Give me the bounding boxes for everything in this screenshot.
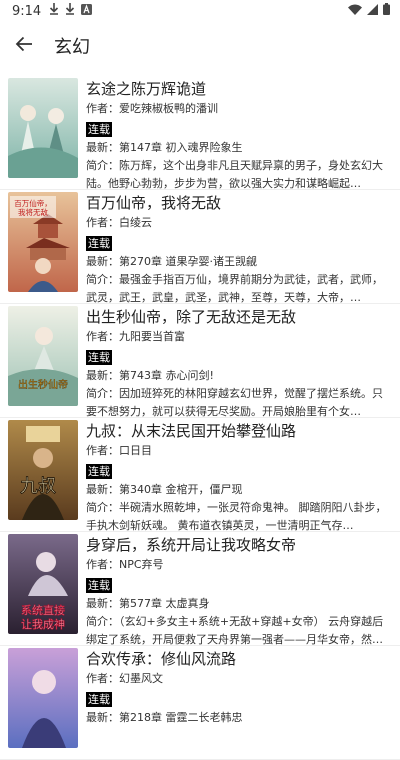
book-title[interactable]: 玄途之陈万辉诡道	[86, 78, 392, 100]
signal-icon	[367, 3, 378, 19]
status-bar: 9:14	[0, 0, 400, 22]
book-summary: 简介：最强金手指百万仙，境界前期分为武徒，武者，武师，武灵，武王，武皇，武圣，武…	[86, 273, 383, 304]
app-a-icon	[81, 3, 93, 19]
page-title: 玄幻	[54, 37, 90, 58]
svg-text:百万仙帝，: 百万仙帝，	[14, 198, 52, 208]
book-list: 玄途之陈万辉诡道 作者：爱吃辣椒板鸭的潘训 连载 最新：第147章 初入魂界险象…	[0, 76, 400, 760]
svg-text:我将无敌: 我将无敌	[18, 207, 48, 217]
arrow-left-icon	[15, 36, 33, 56]
book-author: 作者：口日目	[86, 444, 152, 457]
latest-chapter: 最新：第147章 初入魂界险象生	[86, 141, 243, 154]
book-title[interactable]: 合欢传承：修仙风流路	[86, 648, 392, 670]
svg-text:让我成神: 让我成神	[21, 617, 65, 631]
book-cover[interactable]: 出生秒仙帝	[8, 306, 78, 406]
status-badge: 连载	[86, 350, 112, 365]
book-title[interactable]: 百万仙帝，我将无敌	[86, 192, 392, 214]
book-title[interactable]: 出生秒仙帝，除了无敌还是无敌	[86, 306, 392, 328]
book-summary: 简介：（玄幻+多女主+系统+无敌+穿越+女帝） 云舟穿越后绑定了系统，开局便救了…	[86, 615, 384, 646]
latest-chapter: 最新：第340章 金棺开，僵尸现	[86, 483, 243, 496]
download-icon	[65, 3, 75, 19]
list-item[interactable]: 出生秒仙帝 出生秒仙帝，除了无敌还是无敌 作者：九阳要当首富 连载 最新：第74…	[0, 304, 400, 418]
download-icon	[49, 3, 59, 19]
status-badge: 连载	[86, 236, 112, 251]
book-author: 作者：九阳要当首富	[86, 330, 185, 343]
app-bar: 玄幻	[0, 22, 400, 70]
list-item[interactable]: 九叔 九叔：从末法民国开始攀登仙路 作者：口日目 连载 最新：第340章 金棺开…	[0, 418, 400, 532]
book-author: 作者：爱吃辣椒板鸭的潘训	[86, 102, 218, 115]
latest-chapter: 最新：第218章 雷霆二长老韩忠	[86, 711, 243, 724]
book-author: 作者：白绫云	[86, 216, 152, 229]
book-cover[interactable]: 系统直接 让我成神	[8, 534, 78, 634]
status-badge: 连载	[86, 578, 112, 593]
list-item[interactable]: 系统直接 让我成神 身穿后，系统开局让我攻略女帝 作者：NPC弃号 连载 最新：…	[0, 532, 400, 646]
svg-text:出生秒仙帝: 出生秒仙帝	[18, 378, 68, 391]
wifi-icon	[348, 4, 362, 19]
latest-chapter: 最新：第270章 道果孕婴·诸王觊觎	[86, 255, 257, 268]
svg-text:九叔: 九叔	[20, 476, 56, 497]
status-badge: 连载	[86, 692, 112, 707]
svg-text:系统直接: 系统直接	[21, 603, 65, 617]
book-summary: 简介：陈万辉，这个出身非凡且天赋异禀的男子，身处玄幻大陆。他野心勃勃，步步为营，…	[86, 159, 383, 190]
latest-chapter: 最新：第577章 太虚真身	[86, 597, 210, 610]
latest-chapter: 最新：第743章 赤心问剑!	[86, 369, 214, 382]
book-summary: 简介：半碗清水照乾坤，一张灵符命鬼神。 脚踏阴阳八卦步，手执木剑斩妖魂。 黄布道…	[86, 501, 387, 532]
battery-icon	[383, 3, 390, 19]
status-badge: 连载	[86, 464, 112, 479]
status-time: 9:14	[12, 3, 42, 19]
book-title[interactable]: 九叔：从末法民国开始攀登仙路	[86, 420, 392, 442]
book-cover[interactable]	[8, 78, 78, 178]
list-item[interactable]: 玄途之陈万辉诡道 作者：爱吃辣椒板鸭的潘训 连载 最新：第147章 初入魂界险象…	[0, 76, 400, 190]
book-cover[interactable]	[8, 648, 78, 748]
list-item[interactable]: 合欢传承：修仙风流路 作者：幻墨风文 连载 最新：第218章 雷霆二长老韩忠	[0, 646, 400, 760]
book-author: 作者：幻墨风文	[86, 672, 163, 685]
book-title[interactable]: 身穿后，系统开局让我攻略女帝	[86, 534, 392, 556]
list-item[interactable]: 百万仙帝， 我将无敌 百万仙帝，我将无敌 作者：白绫云 连载 最新：第270章 …	[0, 190, 400, 304]
book-cover[interactable]: 九叔	[8, 420, 78, 520]
status-badge: 连载	[86, 122, 112, 137]
back-button[interactable]	[0, 22, 48, 70]
book-cover[interactable]: 百万仙帝， 我将无敌	[8, 192, 78, 292]
book-summary: 简介：因加班猝死的林阳穿越玄幻世界，觉醒了摆烂系统。只要不想努力，就可以获得无尽…	[86, 387, 383, 418]
book-author: 作者：NPC弃号	[86, 558, 164, 571]
